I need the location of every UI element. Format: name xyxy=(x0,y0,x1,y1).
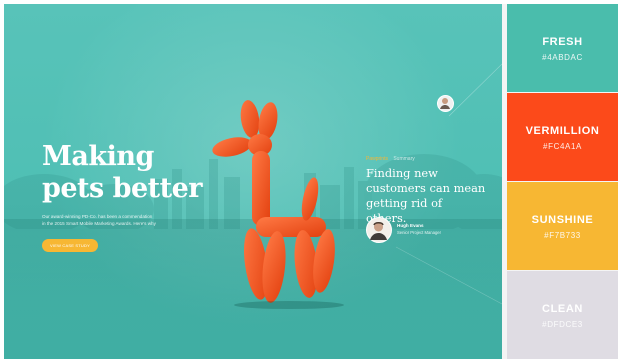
balloon-dog-illustration xyxy=(212,100,344,309)
testimonial-block: Pawprints Summary Finding new customers … xyxy=(366,156,486,226)
swatch-hex: #4ABDAC xyxy=(542,53,583,62)
swatch-hex: #DFDCE3 xyxy=(542,320,583,329)
color-palette: FRESH #4ABDAC VERMILLION #FC4A1A SUNSHIN… xyxy=(507,4,618,359)
hero-panel: Making pets better Our award-winning PD-… xyxy=(4,4,502,359)
swatch-name: VERMILLION xyxy=(525,125,600,137)
swatch-vermillion: VERMILLION #FC4A1A xyxy=(507,93,618,181)
subtext-line-1: Our award-winning PD-Co. has been a comm… xyxy=(42,214,153,219)
testimonial-author: Hugh Evans Senior Project Manager xyxy=(366,217,486,243)
author-name: Hugh Evans xyxy=(397,223,424,228)
hero-subtext: Our award-winning PD-Co. has been a comm… xyxy=(42,213,207,227)
testimonial-tags: Pawprints Summary xyxy=(366,156,486,163)
view-case-study-button[interactable]: VIEW CASE STUDY xyxy=(42,239,98,252)
swatch-clean: CLEAN #DFDCE3 xyxy=(507,271,618,359)
swatch-name: CLEAN xyxy=(542,303,583,315)
swatch-sunshine: SUNSHINE #F7B733 xyxy=(507,182,618,270)
quote-line-1: Finding new xyxy=(366,166,438,180)
tag-primary[interactable]: Pawprints xyxy=(366,156,388,162)
swatch-hex: #FC4A1A xyxy=(543,142,582,151)
swatch-fresh: FRESH #4ABDAC xyxy=(507,4,618,92)
author-avatar xyxy=(366,217,392,243)
small-avatar[interactable] xyxy=(437,95,454,112)
swatch-name: SUNSHINE xyxy=(531,214,594,226)
swatch-hex: #F7B733 xyxy=(544,231,581,240)
swatch-name: FRESH xyxy=(542,36,583,48)
quote-line-2: customers can mean xyxy=(366,181,486,195)
tag-secondary[interactable]: Summary xyxy=(393,156,414,162)
subtext-line-2: in the 2015 Smart Mobile Marketing Award… xyxy=(42,221,156,226)
author-role: Senior Project Manager xyxy=(397,230,441,235)
